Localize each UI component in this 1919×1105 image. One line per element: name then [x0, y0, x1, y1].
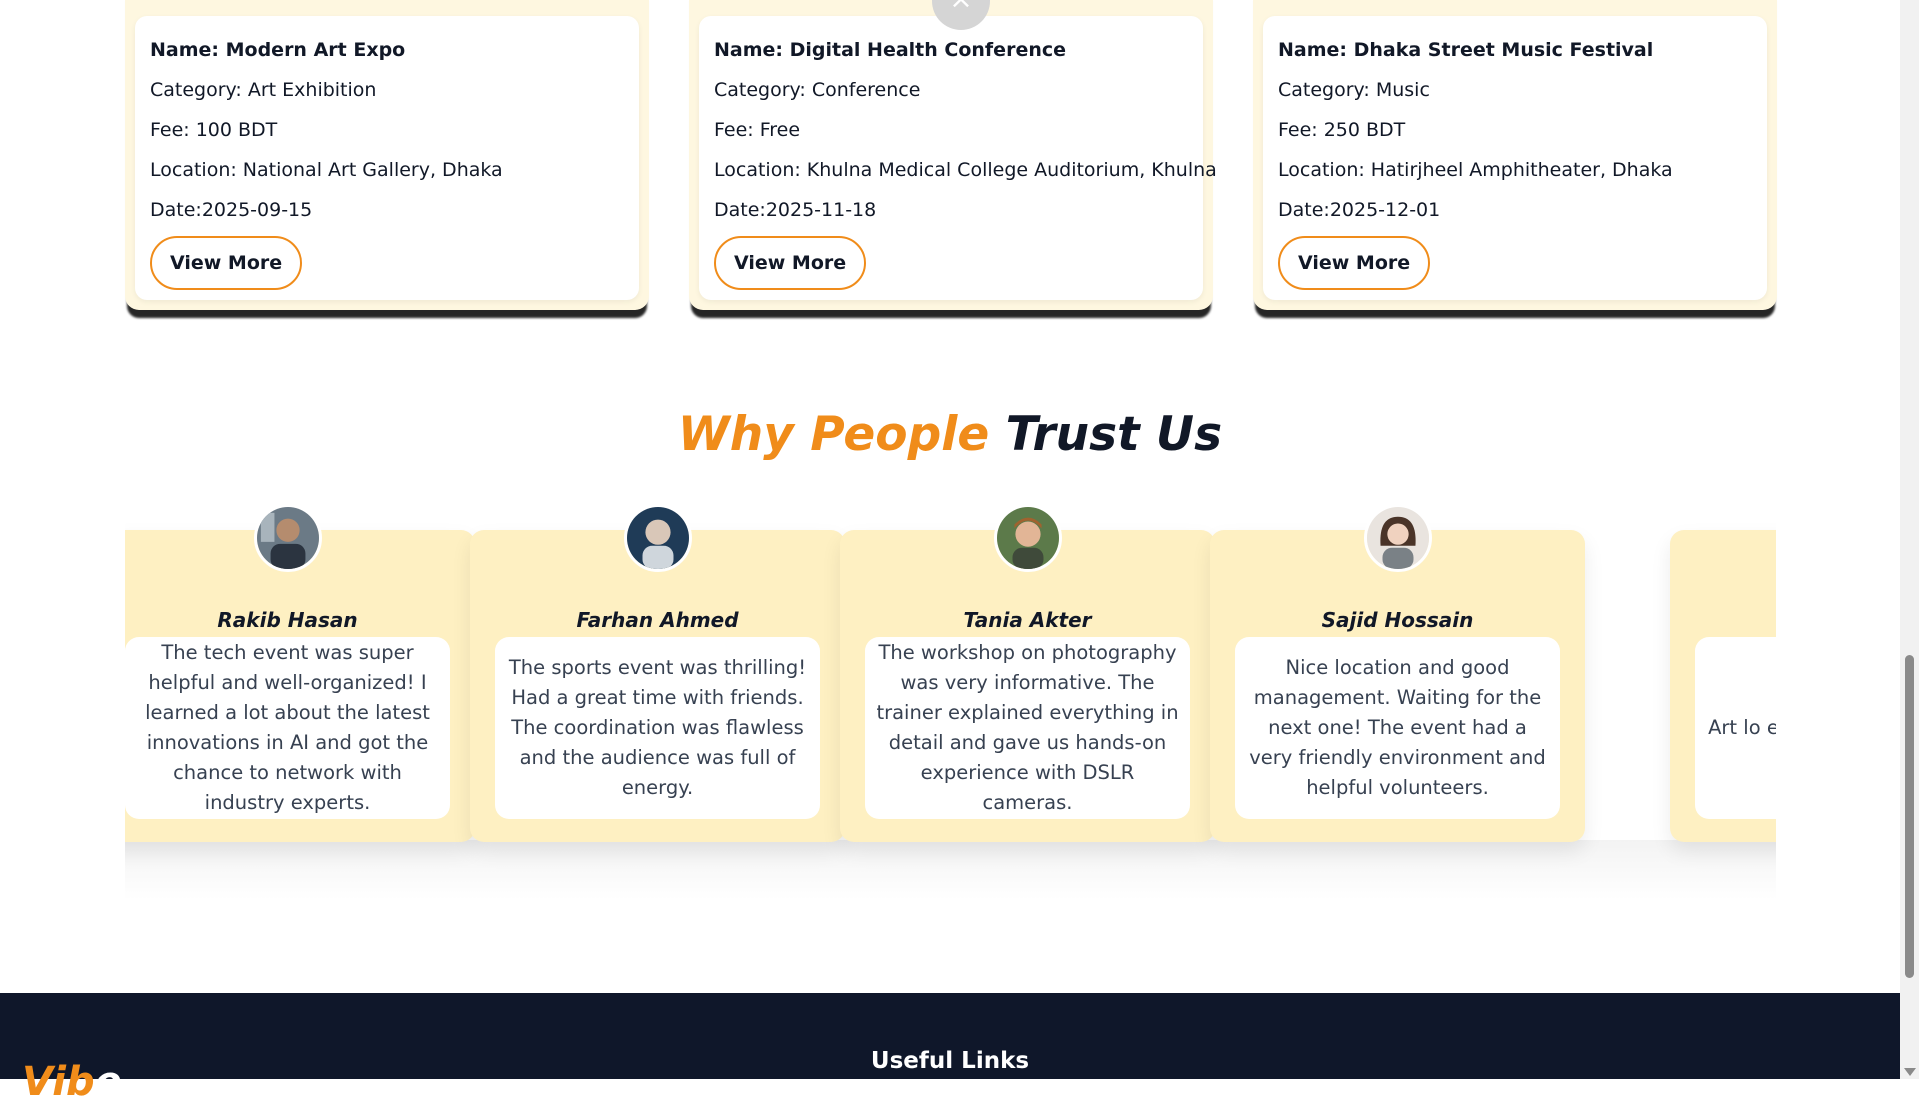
- event-location: Location: Hatirjheel Amphitheater, Dhaka: [1278, 159, 1673, 181]
- view-more-button[interactable]: View More: [1278, 236, 1431, 290]
- avatar: [253, 504, 322, 572]
- testimonial-name: Rakib Hasan: [217, 608, 358, 632]
- event-date: Date:2025-12-01: [1278, 199, 1441, 221]
- event-location: Location: National Art Gallery, Dhaka: [150, 159, 503, 181]
- testimonial-text-box: Nice location and good management. Waiti…: [1235, 637, 1560, 819]
- testimonial-card: Art lo exhibitio variety o displa: [1670, 530, 1776, 842]
- testimonial-name: Sajid Hossain: [1321, 608, 1474, 632]
- event-card-body: Name: Dhaka Street Music Festival Catego…: [1263, 16, 1767, 300]
- event-card-body: Name: Modern Art Expo Category: Art Exhi…: [135, 16, 639, 300]
- event-category: Category: Art Exhibition: [150, 79, 377, 101]
- testimonial-text: Nice location and good management. Waiti…: [1249, 656, 1546, 799]
- event-location: Location: Khulna Medical College Auditor…: [714, 159, 1217, 181]
- view-more-button[interactable]: View More: [150, 236, 303, 290]
- testimonial-card: Sajid Hossain Nice location and good man…: [1210, 504, 1585, 842]
- testimonial-name: Tania Akter: [963, 608, 1092, 632]
- testimonial-name: Farhan Ahmed: [576, 608, 739, 632]
- testimonial-text-box: The workshop on photography was very inf…: [865, 637, 1190, 819]
- event-fee: Fee: 100 BDT: [150, 119, 278, 141]
- testimonial-card: Farhan Ahmed The sports event was thrill…: [470, 504, 845, 842]
- event-date: Date:2025-11-18: [714, 199, 877, 221]
- useful-links-heading: Useful Links: [870, 1048, 1030, 1074]
- page-scrollbar[interactable]: [1900, 0, 1919, 1079]
- avatar: [623, 504, 692, 572]
- avatar: [1363, 504, 1432, 572]
- event-fee: Fee: 250 BDT: [1278, 119, 1406, 141]
- scroll-down-arrow-icon[interactable]: [1904, 1068, 1916, 1076]
- scrollbar-thumb[interactable]: [1905, 655, 1914, 978]
- avatar: [993, 504, 1062, 572]
- event-card: Name: Modern Art Expo Category: Art Exhi…: [125, 0, 649, 310]
- event-card: Name: Digital Health Conference Category…: [689, 0, 1217, 310]
- event-category: Category: Music: [1278, 79, 1430, 101]
- event-cards-row: Name: Modern Art Expo Category: Art Exhi…: [0, 0, 1900, 320]
- testimonial-text: Art lo exhibitio variety o displa: [1708, 716, 1776, 739]
- testimonial-text: The sports event was thrilling! Had a gr…: [508, 656, 807, 799]
- event-category: Category: Conference: [714, 79, 921, 101]
- testimonial-text: The tech event was super helpful and wel…: [145, 641, 430, 814]
- testimonial-card: Rakib Hasan The tech event was super hel…: [125, 504, 475, 842]
- event-name: Name: Digital Health Conference: [714, 39, 1067, 61]
- view-more-button[interactable]: View More: [714, 236, 867, 290]
- testimonial-text: The workshop on photography was very inf…: [876, 641, 1179, 814]
- testimonial-text-box: The sports event was thrilling! Had a gr…: [495, 637, 820, 819]
- event-fee: Fee: Free: [714, 119, 801, 141]
- event-date: Date:2025-09-15: [150, 199, 313, 221]
- section-title: Why People Trust Us: [0, 407, 1900, 462]
- testimonial-carousel[interactable]: Rakib Hasan The tech event was super hel…: [125, 495, 1776, 895]
- event-name: Name: Dhaka Street Music Festival: [1278, 39, 1654, 61]
- event-card-body: Name: Digital Health Conference Category…: [699, 16, 1217, 300]
- event-name: Name: Modern Art Expo: [150, 39, 406, 61]
- section-title-rest: Trust Us: [1005, 407, 1223, 462]
- testimonial-card: Tania Akter The workshop on photography …: [840, 504, 1215, 842]
- section-title-highlight: Why People: [677, 407, 990, 462]
- testimonial-text-box: Art lo exhibitio variety o displa: [1695, 637, 1776, 819]
- event-card: Name: Dhaka Street Music Festival Catego…: [1253, 0, 1777, 310]
- testimonial-text-box: The tech event was super helpful and wel…: [125, 637, 450, 819]
- footer: Vibe Useful Links: [0, 993, 1900, 1105]
